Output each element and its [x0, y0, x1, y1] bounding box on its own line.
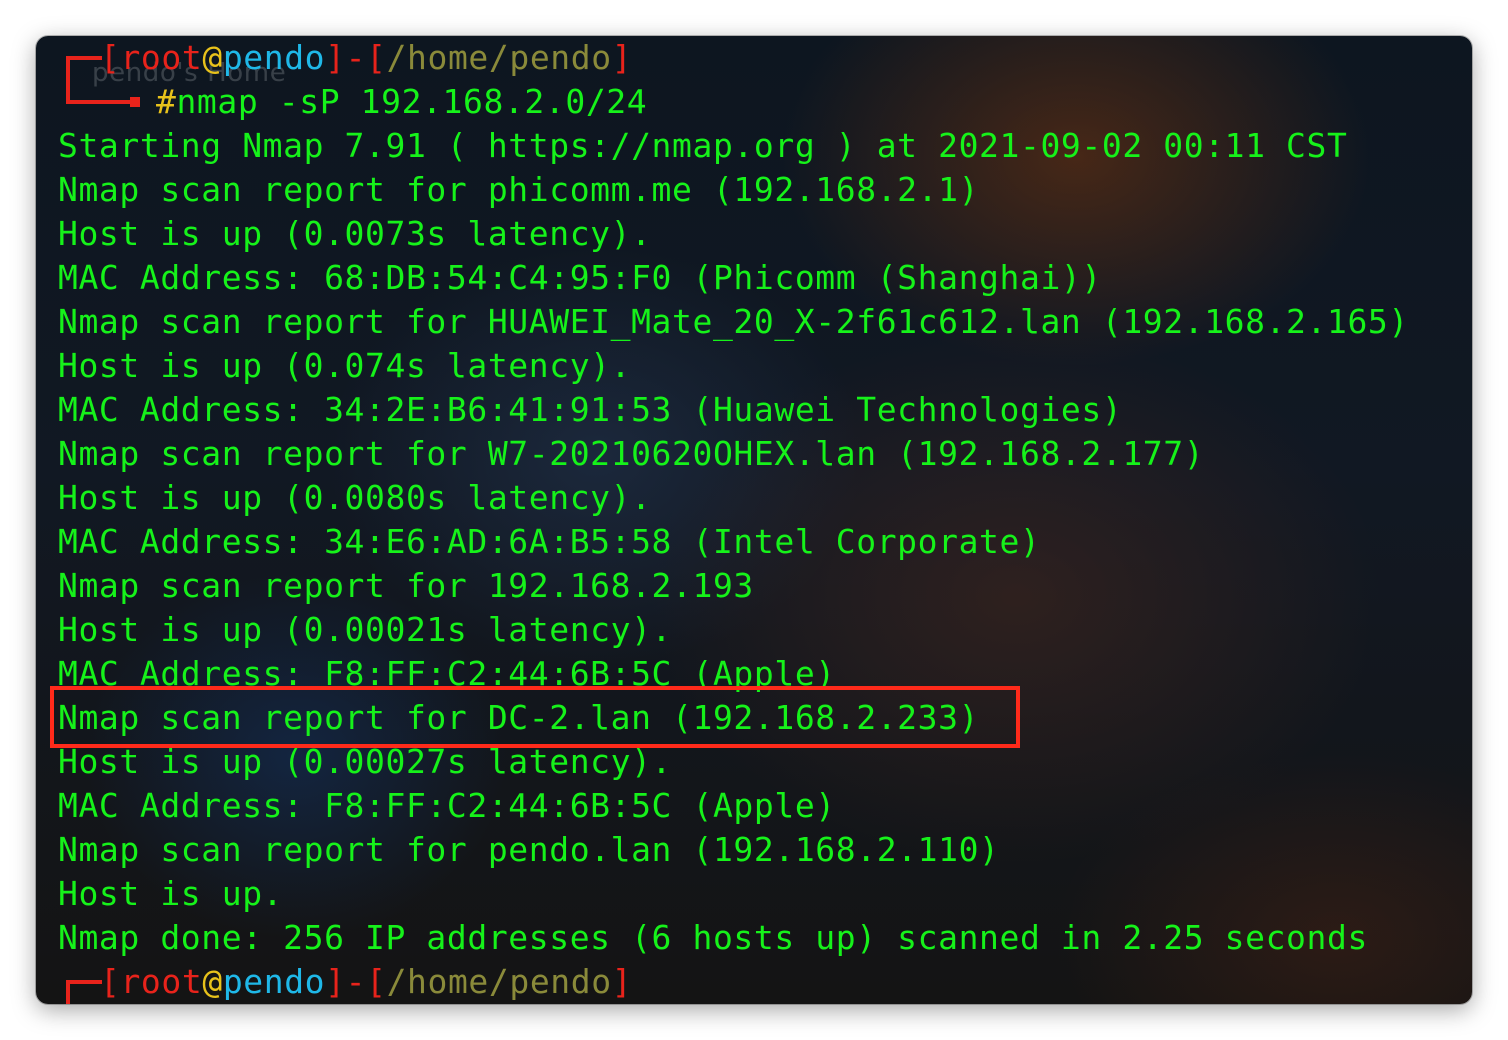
prompt-user: root — [120, 38, 203, 77]
terminal-window: pendo's Home [root@pendo]-[/home/pendo] … — [36, 36, 1472, 1004]
prompt-host: pendo — [222, 962, 326, 1001]
prompt-host: pendo — [222, 38, 326, 77]
prompt-at: @ — [202, 38, 223, 77]
output-line: Host is up (0.0080s latency). — [58, 478, 652, 517]
command-text: nmap -sP 192.168.2.0/24 — [176, 82, 648, 121]
output-line: Nmap scan report for phicomm.me (192.168… — [58, 170, 980, 209]
output-line: Nmap scan report for W7-20210620OHEX.lan… — [58, 434, 1205, 473]
prompt-line-bottom: [root@pendo]-[/home/pendo] — [100, 962, 633, 1001]
prompt-corner-connector — [66, 100, 134, 104]
output-line: Nmap scan report for 192.168.2.193 — [58, 566, 754, 605]
output-line: MAC Address: 68:DB:54:C4:95:F0 (Phicomm … — [58, 258, 1102, 297]
output-line: MAC Address: F8:FF:C2:44:6B:5C (Apple) — [58, 786, 836, 825]
prompt-corner-bottom — [66, 980, 102, 1004]
command-line: #nmap -sP 192.168.2.0/24 — [156, 80, 647, 124]
output-line: Nmap done: 256 IP addresses (6 hosts up)… — [58, 918, 1368, 957]
prompt-char: # — [156, 82, 177, 121]
prompt-at: @ — [202, 962, 223, 1001]
terminal-content[interactable]: pendo's Home [root@pendo]-[/home/pendo] … — [36, 36, 1472, 1004]
output-line: Starting Nmap 7.91 ( https://nmap.org ) … — [58, 126, 1348, 165]
prompt-user: root — [120, 962, 203, 1001]
prompt-path: /home/pendo — [386, 962, 612, 1001]
output-line: MAC Address: 34:E6:AD:6A:B5:58 (Intel Co… — [58, 522, 1041, 561]
prompt-corner-top — [66, 56, 102, 104]
output-line: Nmap scan report for pendo.lan (192.168.… — [58, 830, 1000, 869]
output-line: MAC Address: 34:2E:B6:41:91:53 (Huawei T… — [58, 390, 1123, 429]
output-line: Host is up (0.074s latency). — [58, 346, 632, 385]
prompt-corner-dot — [130, 97, 140, 107]
prompt-path: /home/pendo — [386, 38, 612, 77]
prompt-line-top: [root@pendo]-[/home/pendo] — [100, 38, 633, 77]
output-line: Host is up (0.00021s latency). — [58, 610, 673, 649]
output-line: Host is up. — [58, 874, 284, 913]
output-line: Nmap scan report for HUAWEI_Mate_20_X-2f… — [58, 302, 1409, 341]
output-line: Host is up (0.0073s latency). — [58, 214, 652, 253]
highlight-annotation-box — [50, 686, 1020, 748]
